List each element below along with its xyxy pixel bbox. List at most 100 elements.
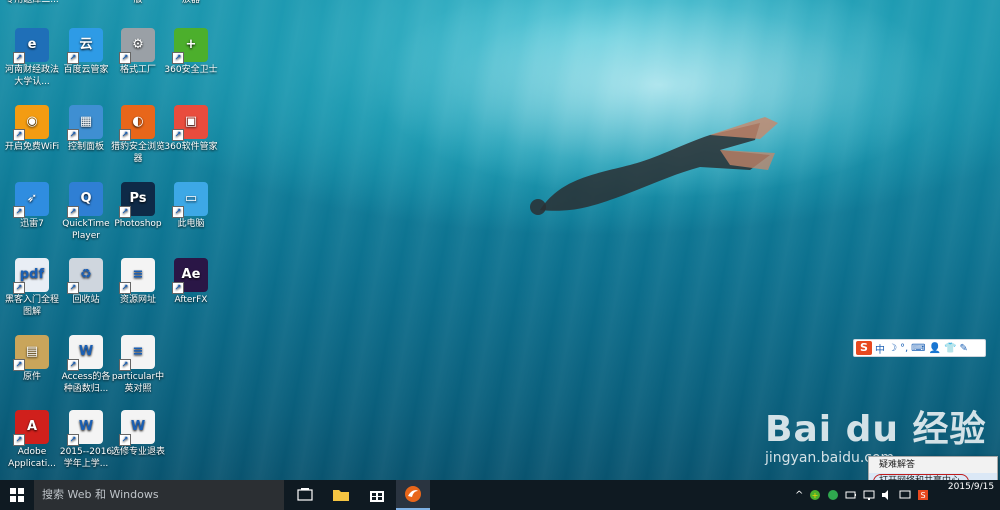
app-icon: ♻ ↗ [67,258,103,294]
desktop-icon-label: AfterFX [174,295,208,305]
shortcut-arrow-icon: ↗ [119,434,131,446]
desktop-icon[interactable]: ▦ ↗ 控制面板 [58,105,114,153]
tray-chevron-icon[interactable]: ^ [795,490,803,501]
ime-toolbar[interactable]: S 中 ☽ °, ⌨ 👤 👕 ✎ [853,339,986,357]
tray-sogou-icon[interactable]: S [917,489,929,501]
desktop-icon-label: 放器 [181,0,200,5]
shortcut-arrow-icon: ↗ [119,206,131,218]
app-icon: Ae ↗ [172,258,208,294]
desktop-icon[interactable]: + ↗ 360安全卫士 [163,28,219,76]
task-view-button[interactable] [288,480,322,510]
shortcut-arrow-icon: ↗ [13,282,25,294]
shortcut-arrow-icon: ↗ [67,52,79,64]
tray-network-icon[interactable] [863,489,875,501]
desktop-icon[interactable]: Ps ↗ Photoshop [110,182,166,230]
shortcut-arrow-icon: ↗ [67,282,79,294]
desktop-icon[interactable]: ≡ ↗ particular中英对照 [110,335,166,395]
desktop-icon[interactable]: ↗版 [110,0,166,6]
file-explorer-button[interactable] [324,480,358,510]
desktop-icon[interactable]: ▭ ↗ 此电脑 [163,182,219,230]
keyboard-icon[interactable]: ⌨ [911,343,925,354]
tray-green-icon[interactable] [827,489,839,501]
icon-glyph: ≡ [132,344,144,359]
desktop-icon[interactable]: ⚙ ↗ 格式工厂 [110,28,166,76]
desktop-icon[interactable]: 云 ↗ 百度云管家 [58,28,114,76]
desktop-icon[interactable]: W ↗ Access的各种函数归... [58,335,114,395]
search-box[interactable]: 搜索 Web 和 Windows [34,480,284,510]
shortcut-arrow-icon: ↗ [119,282,131,294]
watermark-brand: Bai du 经验 [765,409,987,450]
desktop-icon[interactable]: W ↗ 2015--2016学年上学... [58,410,114,470]
app-icon: ➶ ↗ [13,182,49,218]
menu-item-troubleshoot[interactable]: 疑难解答 [869,457,997,473]
desktop-icon-label: 资源网址 [119,295,156,305]
sogou-logo-icon[interactable]: S [856,341,872,355]
skin-shirt-icon[interactable]: 👕 [944,343,956,354]
app-icon: + ↗ [172,28,208,64]
icon-glyph: ◐ [132,114,144,129]
desktop-icon[interactable]: ◐ ↗ 猎豹安全浏览器 [110,105,166,165]
icon-glyph: ▦ [79,114,93,129]
start-button[interactable] [0,480,34,510]
icon-glyph: ⚙ [132,37,144,52]
system-tray: ^ + S [795,480,929,510]
icon-glyph: pdf [19,267,45,282]
desktop-icon-label: 360安全卫士 [164,65,218,75]
ime-mode-toggle[interactable]: 中 [875,341,885,356]
desktop-icon-label: 百度云管家 [63,65,109,75]
desktop: ↗专用题库二...↗版↗放器e↗河南财经政法大学认...云↗百度云管家⚙↗格式工… [0,0,1000,510]
desktop-icon[interactable]: pdf ↗ 黑客入门全程图解 [4,258,60,318]
desktop-icon-label: 控制面板 [67,142,104,152]
icon-glyph: A [26,419,38,434]
desktop-icon[interactable]: ➶ ↗ 迅雷7 [4,182,60,230]
tray-360-icon[interactable]: + [809,489,821,501]
app-icon: ◐ ↗ [119,105,155,141]
desktop-icon[interactable]: ◉ ↗ 开启免费WiFi [4,105,60,153]
liebao-browser-taskbar-button[interactable] [396,480,430,510]
desktop-icon-label: 回收站 [72,295,100,305]
punctuation-icon[interactable]: °, [900,343,908,354]
desktop-icon-label: Photoshop [114,219,162,229]
app-icon: pdf ↗ [13,258,49,294]
desktop-icon[interactable]: ↗放器 [163,0,219,6]
icon-glyph: W [130,419,146,434]
app-icon: W ↗ [67,410,103,446]
desktop-icon-label: 猎豹安全浏览器 [110,142,165,164]
tray-message-icon[interactable] [899,489,911,501]
icon-glyph: Ps [129,191,147,206]
desktop-icon[interactable]: ♻ ↗ 回收站 [58,258,114,306]
desktop-icon-label: particular中英对照 [111,372,165,394]
store-button[interactable] [360,480,394,510]
app-icon: Q ↗ [67,182,103,218]
desktop-icon-label: 河南财经政法大学认... [4,65,59,87]
liebao-browser-icon [405,486,421,502]
desktop-icon[interactable]: Q ↗ QuickTime Player [58,182,114,242]
desktop-icon[interactable]: e ↗ 河南财经政法大学认... [4,28,60,88]
desktop-icon-label: QuickTime Player [62,219,110,241]
tray-volume-icon[interactable] [881,489,893,501]
desktop-icon[interactable]: Ae ↗ AfterFX [163,258,219,306]
desktop-icon-label: Adobe Applicati... [8,447,56,469]
desktop-icon[interactable]: A ↗ Adobe Applicati... [4,410,60,470]
icon-glyph: ♻ [80,267,92,282]
desktop-icon[interactable]: ≡ ↗ 资源网址 [110,258,166,306]
icon-glyph: W [78,419,94,434]
diver-image [530,117,778,215]
app-icon: ▭ ↗ [172,182,208,218]
tool-icon[interactable]: ✎ [960,343,968,354]
windows-logo-icon [10,488,24,502]
system-clock[interactable]: 2015/9/15 [942,480,1000,510]
shortcut-arrow-icon: ↗ [13,434,25,446]
desktop-icon[interactable]: ↗专用题库二... [4,0,60,6]
desktop-icon-label: 原件 [22,372,41,382]
desktop-icon-label: 版 [133,0,143,5]
desktop-icon[interactable]: ▣ ↗ 360软件管家 [163,105,219,153]
desktop-icon[interactable]: ▤ ↗ 原件 [4,335,60,383]
moon-icon[interactable]: ☽ [888,343,897,354]
desktop-icon[interactable]: W ↗ 选修专业退表 [110,410,166,458]
icon-glyph: ➶ [26,191,38,206]
icon-glyph: ◉ [26,114,38,129]
user-icon[interactable]: 👤 [929,343,941,354]
tray-battery-icon[interactable] [845,489,857,501]
shortcut-arrow-icon: ↗ [67,359,79,371]
